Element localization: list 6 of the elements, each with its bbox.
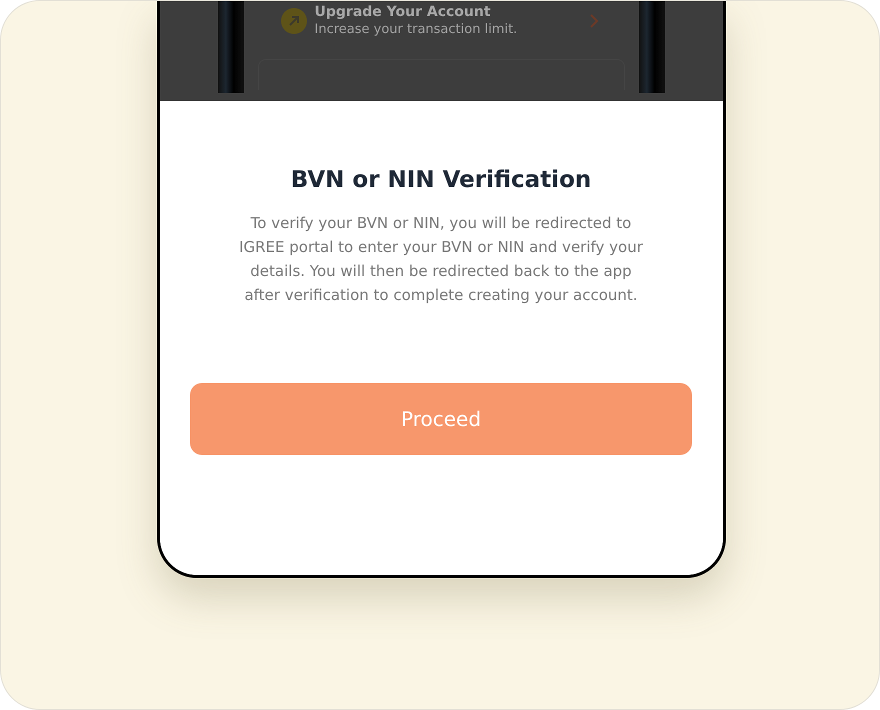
item-subtitle: Increase your transaction limit. <box>314 21 518 39</box>
dialog-title: BVN or NIN Verification <box>290 167 592 193</box>
chevron-icon <box>588 13 598 29</box>
item-title: Upgrade Your Account <box>314 3 492 21</box>
proceed-button[interactable]: Proceed <box>190 383 692 455</box>
dialog-message: To verify your BVN or NIN, you will be redirected to IGREE portal to enter your BVN or NIN and verify your details. You will then be redirected back to the app after verification to complete creating your account. <box>238 213 644 306</box>
